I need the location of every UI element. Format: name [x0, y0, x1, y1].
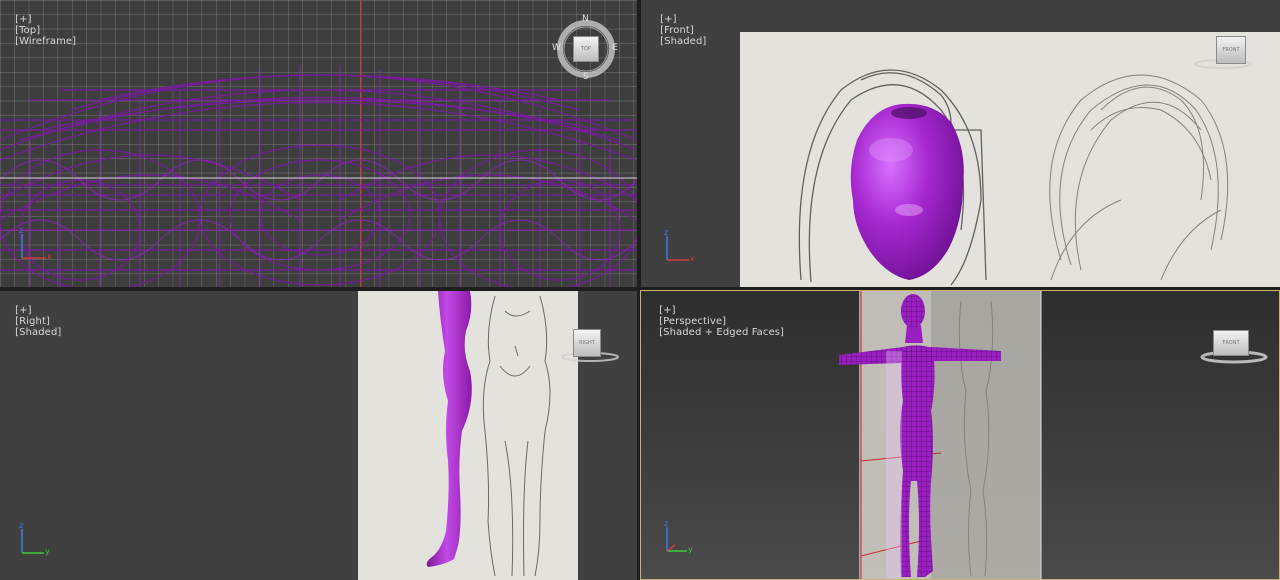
- viewport-shading-menu[interactable]: [Shaded]: [660, 36, 706, 47]
- viewport-view-menu[interactable]: [Top]: [15, 25, 40, 36]
- viewport-plus-menu[interactable]: [+]: [659, 305, 675, 316]
- axis-tripod: z x: [664, 228, 695, 263]
- viewport-label-front[interactable]: [+] [Front] [Shaded]: [647, 3, 706, 58]
- compass-west: W: [552, 43, 561, 53]
- viewport-view-menu[interactable]: [Front]: [660, 25, 694, 36]
- viewport-shading-menu[interactable]: [Shaded]: [15, 327, 61, 338]
- viewport-label-top[interactable]: [+] [Top] [Wireframe]: [2, 3, 76, 58]
- viewport-plus-menu[interactable]: [+]: [15, 14, 31, 25]
- viewport-front[interactable]: [+] [Front] [Shaded] FRONT z x: [641, 0, 1280, 287]
- viewport-label-perspective[interactable]: [+] [Perspective] [Shaded + Edged Faces]: [646, 294, 784, 349]
- front-scene: [740, 32, 1280, 287]
- viewport-shading-menu[interactable]: [Shaded + Edged Faces]: [659, 327, 784, 338]
- viewcube-front-face[interactable]: FRONT: [1216, 36, 1246, 64]
- top-wireframe-grid: [0, 0, 637, 287]
- viewcube-right-face[interactable]: RIGHT: [573, 329, 601, 357]
- compass-north: N: [582, 14, 589, 24]
- viewport-top[interactable]: [+] [Top] [Wireframe] TOP N S E W z x: [0, 0, 637, 287]
- axis-tripod: z y: [19, 521, 50, 556]
- viewcube-compass[interactable]: TOP N S E W: [552, 14, 619, 82]
- viewport-view-menu[interactable]: [Right]: [15, 316, 50, 327]
- viewport-plus-menu[interactable]: [+]: [660, 14, 676, 25]
- viewcube-right[interactable]: RIGHT: [560, 327, 620, 363]
- viewcube-perspective[interactable]: FRONT: [1199, 327, 1269, 365]
- viewport-perspective[interactable]: [+] [Perspective] [Shaded + Edged Faces]…: [640, 290, 1280, 580]
- viewcube-top-face[interactable]: TOP: [573, 36, 599, 62]
- axis-tripod: z x: [19, 226, 52, 261]
- compass-south: S: [583, 72, 589, 82]
- compass-east: E: [612, 43, 618, 53]
- viewcube-perspective-face[interactable]: FRONT: [1213, 330, 1249, 356]
- viewport-label-right[interactable]: [+] [Right] [Shaded]: [2, 294, 61, 349]
- viewport-shading-menu[interactable]: [Wireframe]: [15, 36, 76, 47]
- viewcube-front[interactable]: FRONT: [1193, 34, 1253, 70]
- right-scene: [358, 291, 578, 580]
- axis-tripod: z y: [664, 519, 693, 554]
- viewport-plus-menu[interactable]: [+]: [15, 305, 31, 316]
- viewport-view-menu[interactable]: [Perspective]: [659, 316, 726, 327]
- viewport-right[interactable]: [+] [Right] [Shaded] RIGHT z y: [0, 291, 637, 580]
